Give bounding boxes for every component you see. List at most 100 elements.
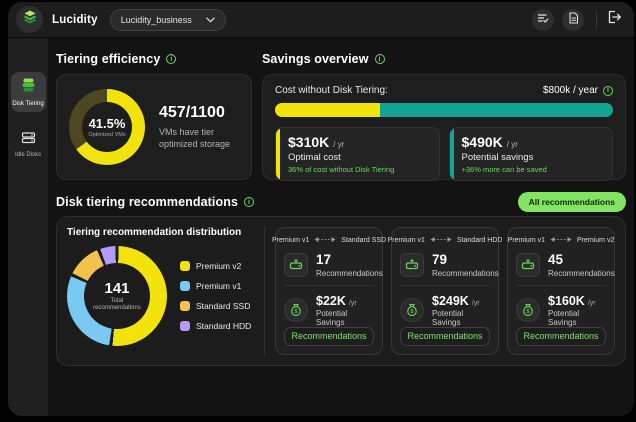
vm-ratio: 457/1100 bbox=[159, 103, 225, 121]
tier-savings-label: Potential Savings bbox=[432, 308, 464, 327]
info-icon[interactable]: i bbox=[374, 54, 385, 64]
tier-card-premium-v1-standard-ssd: Premium v1 Standard SSD 17 Recommendatio… bbox=[271, 227, 387, 355]
tier-savings-unit: /yr bbox=[471, 299, 480, 307]
cost-bar-optimal-segment bbox=[275, 103, 380, 117]
tier-to-label: Standard HDD bbox=[456, 237, 503, 244]
savings-overview-card: Cost without Disk Tiering: $800k / year … bbox=[262, 74, 626, 181]
legend-item-premium-v1: Premium v1 bbox=[180, 281, 251, 291]
lucidity-logo bbox=[16, 6, 43, 33]
tier-to-label: Premium v2 bbox=[577, 237, 615, 244]
legend-item-standard-hdd: Standard HDD bbox=[180, 321, 251, 331]
tier-savings-unit: /yr bbox=[587, 299, 596, 307]
brand-name: Lucidity bbox=[52, 13, 98, 26]
disk-stack-icon bbox=[20, 77, 37, 98]
org-selector-dropdown[interactable]: Lucidity_business bbox=[109, 8, 226, 31]
recommendations-card: Tiering recommendation distribution 141 … bbox=[56, 216, 626, 366]
potential-savings-note: +36% more can be saved bbox=[461, 165, 547, 174]
sidebar-item-label: Idle Disks bbox=[14, 151, 41, 158]
sidebar: Disk Tiering Idle Disks bbox=[8, 38, 48, 416]
money-bag-icon: $ bbox=[284, 298, 308, 323]
cost-total-value: $800k / year bbox=[542, 85, 598, 96]
optimal-cost-label: Optimal cost bbox=[288, 152, 341, 163]
money-bag-icon: $ bbox=[400, 298, 424, 323]
potential-savings-value: $490K bbox=[461, 134, 503, 150]
app-window: Lucidity Lucidity_business Disk Tiering … bbox=[8, 2, 634, 416]
report-button[interactable] bbox=[562, 8, 584, 31]
optimized-percent: 41.5% bbox=[88, 116, 126, 131]
legend-item-premium-v2: Premium v2 bbox=[180, 261, 251, 271]
total-recommendations-label: Total recommendations bbox=[93, 297, 141, 311]
tier-savings-label: Potential Savings bbox=[548, 308, 580, 327]
tier-count-label: Recommendations bbox=[548, 268, 615, 278]
tier-count-label: Recommendations bbox=[316, 268, 383, 278]
tier-savings-label: Potential Savings bbox=[316, 308, 348, 327]
info-icon[interactable]: i bbox=[603, 85, 613, 96]
tier-to-label: Standard SSD bbox=[341, 237, 387, 244]
all-recommendations-button[interactable]: All recommendations bbox=[517, 192, 626, 212]
legend-label: Standard SSD bbox=[196, 301, 251, 311]
teal-accent-bar bbox=[449, 128, 454, 180]
topbar: Lucidity Lucidity_business bbox=[8, 2, 634, 38]
optimized-percent-label: Optimized VMs bbox=[88, 132, 126, 138]
sidebar-item-label: Disk Tiering bbox=[12, 101, 44, 107]
savings-overview-title: Savings overview bbox=[262, 52, 369, 66]
tier-card-premium-v1-standard-hdd: Premium v1 Standard HDD 79 Recommendatio… bbox=[387, 227, 502, 355]
distribution-legend: Premium v2 Premium v1 Standard SSD Stand… bbox=[180, 261, 251, 331]
topbar-divider bbox=[596, 11, 597, 28]
disk-recommendation-icon bbox=[516, 253, 540, 278]
activity-log-button[interactable] bbox=[532, 8, 554, 31]
cost-bar-savings-segment bbox=[379, 103, 613, 117]
tier-from-label: Premium v1 bbox=[271, 237, 310, 244]
bidirectional-arrow-icon bbox=[549, 236, 573, 245]
bidirectional-arrow-icon bbox=[313, 236, 337, 245]
main-content: Tiering efficiency i 41.5% Optimized VMs… bbox=[48, 38, 634, 416]
tier-cards-row: Premium v1 Standard SSD 17 Recommendatio… bbox=[271, 227, 615, 355]
vm-ratio-label: VMs have tier optimized storage bbox=[159, 126, 231, 149]
cost-without-tiering-label: Cost without Disk Tiering: bbox=[275, 85, 388, 96]
tier-savings: $249K bbox=[432, 293, 469, 308]
potential-savings-stat: $490K / yr Potential savings +36% more c… bbox=[448, 127, 613, 181]
recommendations-button[interactable]: Recommendations bbox=[516, 326, 606, 346]
svg-text:$: $ bbox=[294, 308, 298, 315]
optimal-cost-value: $310K bbox=[288, 134, 330, 150]
savings-overview-section: Savings overview i Cost without Disk Tie… bbox=[262, 50, 626, 181]
layers-logo-icon bbox=[22, 9, 38, 30]
tier-from-label: Premium v1 bbox=[507, 237, 545, 244]
tier-count: 45 bbox=[548, 252, 564, 267]
document-icon bbox=[568, 11, 579, 29]
tiering-efficiency-donut: 41.5% Optimized VMs bbox=[69, 89, 145, 165]
potential-savings-label: Potential savings bbox=[461, 152, 534, 163]
tier-count-label: Recommendations bbox=[432, 268, 499, 278]
tier-from-label: Premium v1 bbox=[387, 237, 425, 244]
tiering-efficiency-card: 41.5% Optimized VMs 457/1100 VMs have ti… bbox=[56, 74, 252, 180]
legend-swatch bbox=[180, 281, 190, 291]
optimal-cost-unit: / yr bbox=[333, 140, 345, 149]
tier-count: 79 bbox=[432, 252, 448, 267]
list-check-icon bbox=[537, 11, 549, 29]
tier-savings: $160K bbox=[548, 293, 585, 308]
sidebar-item-disk-tiering[interactable]: Disk Tiering bbox=[10, 72, 46, 112]
logout-button[interactable] bbox=[607, 10, 622, 29]
cost-bar bbox=[275, 103, 613, 117]
idle-disk-icon bbox=[21, 131, 36, 149]
legend-swatch bbox=[180, 301, 190, 311]
tier-savings-unit: /yr bbox=[348, 299, 357, 307]
legend-swatch bbox=[180, 321, 190, 331]
disk-recommendation-icon bbox=[400, 253, 424, 278]
logout-icon bbox=[607, 10, 622, 29]
sidebar-item-idle-disks[interactable]: Idle Disks bbox=[11, 126, 46, 163]
recommendations-button[interactable]: Recommendations bbox=[284, 326, 374, 346]
legend-label: Standard HDD bbox=[196, 321, 252, 331]
recommendations-title: Disk tiering recommendations bbox=[56, 195, 239, 209]
info-icon[interactable]: i bbox=[166, 54, 177, 64]
legend-label: Premium v1 bbox=[196, 281, 242, 291]
org-selector-value: Lucidity_business bbox=[120, 14, 192, 25]
legend-label: Premium v2 bbox=[196, 261, 242, 271]
total-recommendations-value: 141 bbox=[104, 279, 130, 297]
info-icon[interactable]: i bbox=[244, 197, 255, 207]
tiering-efficiency-title: Tiering efficiency bbox=[56, 52, 161, 66]
recommendations-button[interactable]: Recommendations bbox=[400, 326, 490, 346]
distribution-panel: Tiering recommendation distribution 141 … bbox=[67, 227, 265, 355]
money-bag-icon: $ bbox=[516, 298, 540, 323]
svg-text:$: $ bbox=[526, 308, 530, 315]
